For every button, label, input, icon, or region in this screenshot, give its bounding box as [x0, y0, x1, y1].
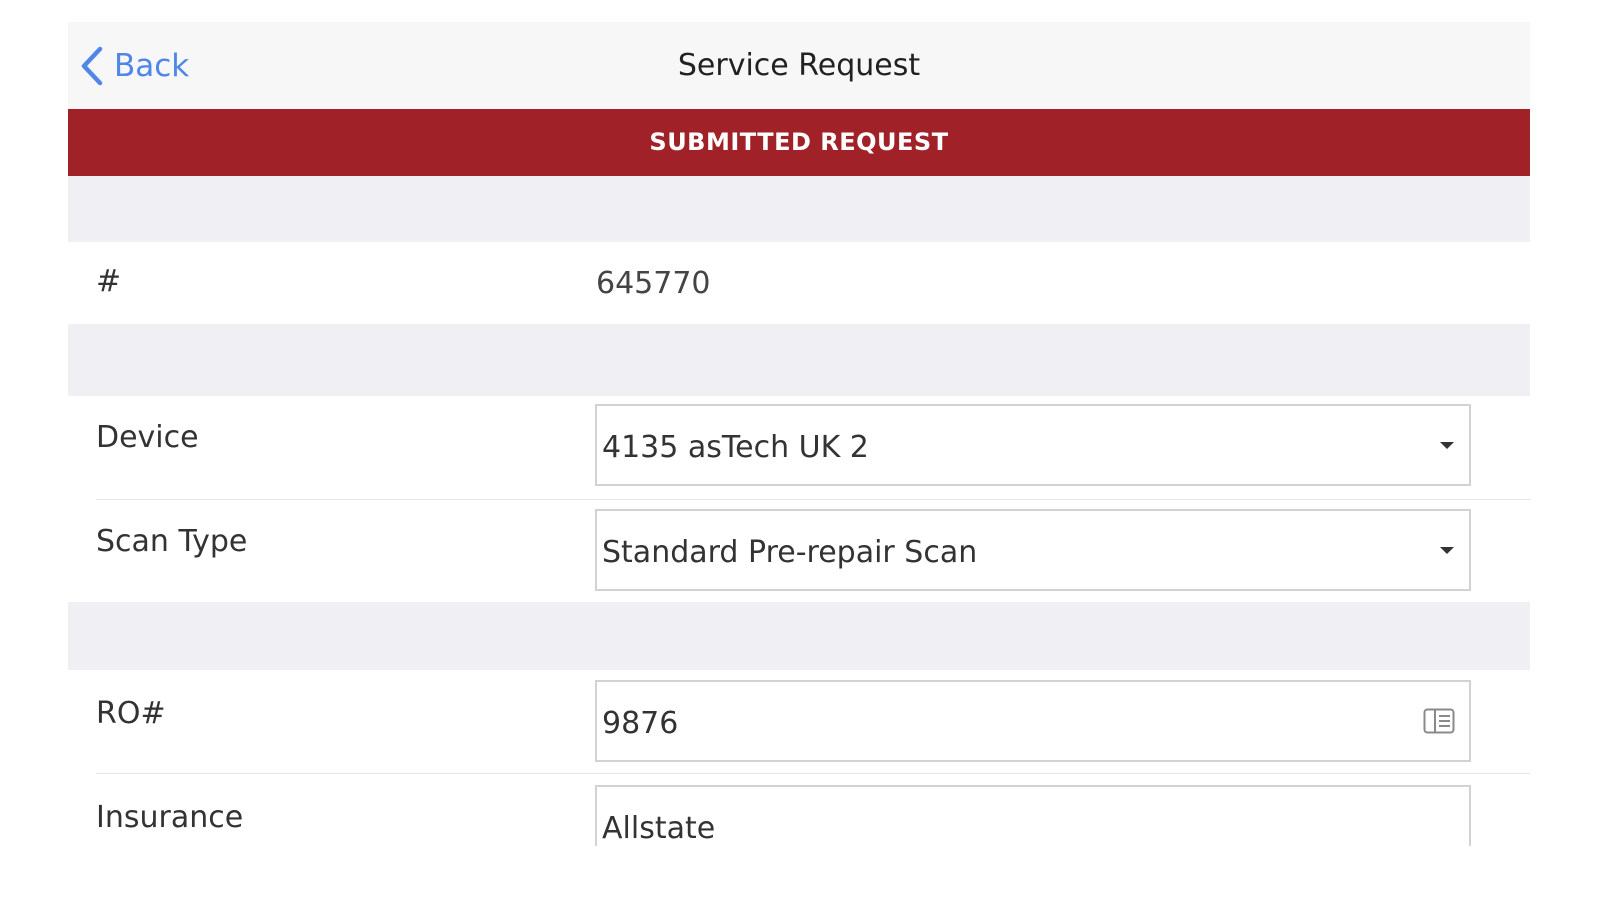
row-divider	[96, 773, 1530, 774]
caret-down-icon	[1440, 442, 1454, 449]
insurance-label: Insurance	[96, 800, 244, 835]
row-divider	[96, 499, 1530, 500]
ro-section: RO# 9876 Insurance Allstate	[68, 670, 1530, 846]
scan-type-label: Scan Type	[96, 524, 248, 559]
section-spacer	[68, 324, 1530, 396]
status-banner: SUBMITTED REQUEST	[68, 109, 1530, 176]
scan-type-value: Standard Pre-repair Scan	[602, 535, 978, 570]
ro-label: RO#	[96, 696, 166, 731]
ro-value: 9876	[602, 706, 679, 741]
ro-input[interactable]: 9876	[595, 680, 1471, 762]
device-dropdown[interactable]: 4135 asTech UK 2	[595, 404, 1471, 486]
device-label: Device	[96, 420, 199, 455]
section-spacer	[68, 176, 1530, 242]
request-number-label: #	[96, 264, 122, 299]
insurance-value: Allstate	[602, 811, 716, 846]
barcode-scan-icon[interactable]	[1423, 708, 1455, 738]
caret-down-icon	[1440, 547, 1454, 554]
scan-type-dropdown[interactable]: Standard Pre-repair Scan	[595, 509, 1471, 591]
device-value: 4135 asTech UK 2	[602, 430, 869, 465]
insurance-input[interactable]: Allstate	[595, 785, 1471, 846]
page-title: Service Request	[677, 48, 921, 83]
request-number-value: 645770	[596, 266, 711, 301]
navigation-bar: Back Service Request	[68, 22, 1530, 109]
service-request-screen: Back Service Request SUBMITTED REQUEST #…	[68, 22, 1530, 846]
section-spacer	[68, 602, 1530, 670]
request-number-row: # 645770	[68, 242, 1530, 324]
device-section: Device 4135 asTech UK 2 Scan Type Standa…	[68, 396, 1530, 602]
